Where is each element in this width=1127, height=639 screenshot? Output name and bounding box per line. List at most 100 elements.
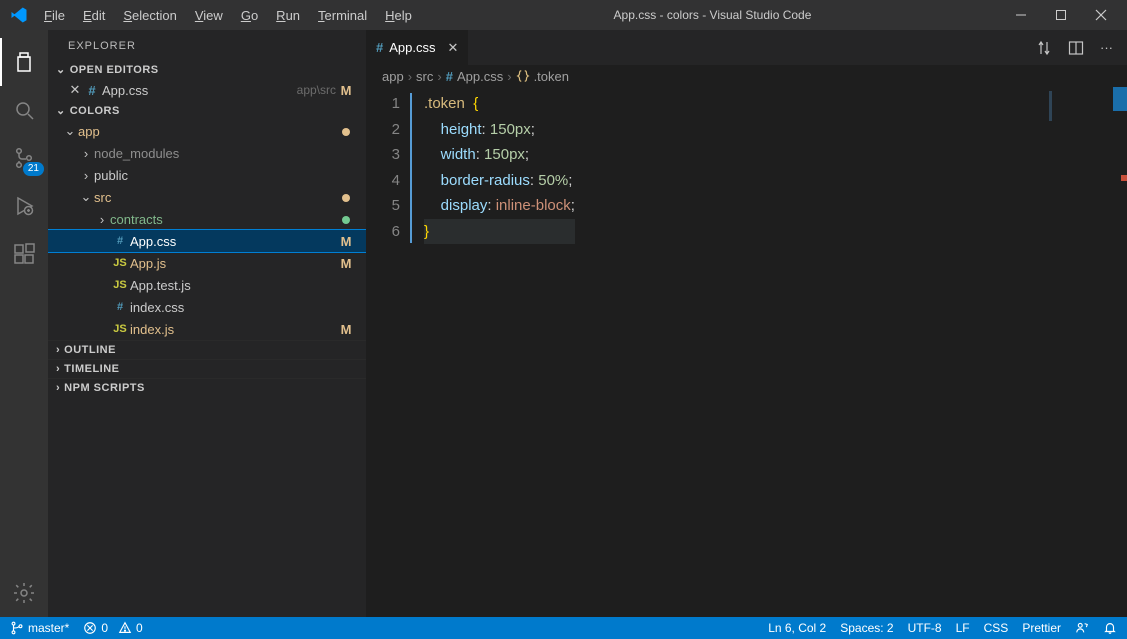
file-item[interactable]: JSApp.jsM	[48, 252, 366, 274]
menu-view[interactable]: View	[187, 4, 231, 27]
tab-label: App.css	[389, 40, 435, 55]
folder-label: app	[78, 124, 336, 139]
chevron-right-icon: ›	[437, 69, 441, 84]
breadcrumb-item[interactable]: app	[382, 69, 404, 84]
menu-file[interactable]: File	[36, 4, 73, 27]
file-icon: JS	[110, 323, 130, 335]
breadcrumb-item[interactable]: App.css	[457, 69, 503, 84]
status-branch[interactable]: master*	[10, 621, 69, 635]
more-actions-icon[interactable]: ···	[1100, 40, 1113, 56]
open-editors-label: OPEN EDITORS	[70, 64, 159, 76]
window-controls	[1005, 9, 1121, 21]
file-icon: #	[110, 235, 130, 247]
tab-app-css[interactable]: # App.css ✕	[366, 30, 469, 65]
file-label: App.css	[130, 234, 336, 249]
chevron-right-icon: ›	[56, 363, 60, 375]
status-problems[interactable]: 0 0	[83, 621, 142, 635]
folder-label: src	[94, 190, 336, 205]
outline-section[interactable]: › OUTLINE	[48, 340, 366, 359]
status-lang[interactable]: CSS	[984, 621, 1009, 635]
folder-label: public	[94, 168, 336, 183]
vscode-logo-icon	[10, 6, 28, 24]
file-item[interactable]: JSApp.test.js	[48, 274, 366, 296]
close-button[interactable]	[1095, 9, 1111, 21]
activity-debug-icon[interactable]	[0, 182, 48, 230]
overview-ruler[interactable]	[1113, 87, 1127, 617]
file-status: M	[336, 322, 356, 337]
chevron-right-icon: ›	[78, 168, 94, 183]
file-label: App.test.js	[130, 278, 336, 293]
menu-edit[interactable]: Edit	[75, 4, 113, 27]
status-formatter[interactable]: Prettier	[1022, 621, 1061, 635]
compare-changes-icon[interactable]	[1036, 40, 1052, 56]
chevron-down-icon: ⌄	[56, 104, 66, 117]
chevron-down-icon: ⌄	[78, 189, 94, 205]
chevron-down-icon: ⌄	[62, 123, 78, 139]
folder-label: node_modules	[94, 146, 336, 161]
activity-settings-icon[interactable]	[0, 569, 48, 617]
chevron-right-icon: ›	[94, 212, 110, 227]
minimize-button[interactable]	[1015, 9, 1031, 21]
workspace-label: COLORS	[70, 105, 120, 117]
file-item[interactable]: #App.cssM	[48, 230, 366, 252]
editor-group: # App.css ✕ ··· app › src › # App.css ›	[366, 30, 1127, 617]
activity-bar: 21	[0, 30, 48, 617]
chevron-right-icon: ›	[78, 146, 94, 161]
open-editor-name: App.css	[102, 83, 291, 98]
activity-extensions-icon[interactable]	[0, 230, 48, 278]
close-icon[interactable]: ✕	[447, 40, 458, 56]
css-file-icon: #	[82, 83, 102, 98]
menu-terminal[interactable]: Terminal	[310, 4, 375, 27]
status-eol[interactable]: LF	[956, 621, 970, 635]
menu-help[interactable]: Help	[377, 4, 420, 27]
status-lncol[interactable]: Ln 6, Col 2	[768, 621, 826, 635]
status-feedback-icon[interactable]	[1075, 621, 1089, 635]
status-spaces[interactable]: Spaces: 2	[840, 621, 893, 635]
activity-search-icon[interactable]	[0, 86, 48, 134]
folder-contracts[interactable]: › contracts	[48, 208, 366, 230]
folder-src[interactable]: ⌄ src	[48, 186, 366, 208]
open-editor-status: M	[336, 83, 356, 98]
workspace-section[interactable]: ⌄ COLORS	[48, 101, 366, 120]
code-editor[interactable]: 123456 .token { height: 150px; width: 15…	[366, 87, 1127, 617]
folder-app[interactable]: ⌄ app	[48, 120, 366, 142]
timeline-section[interactable]: › TIMELINE	[48, 359, 366, 378]
file-icon: JS	[110, 279, 130, 291]
file-item[interactable]: #index.css	[48, 296, 366, 318]
chevron-right-icon: ›	[56, 382, 60, 394]
menu-selection[interactable]: Selection	[115, 4, 184, 27]
code-content[interactable]: .token { height: 150px; width: 150px; bo…	[416, 87, 575, 617]
breadcrumb-item[interactable]: src	[416, 69, 433, 84]
menu-go[interactable]: Go	[233, 4, 266, 27]
editor-actions: ···	[1022, 40, 1127, 56]
npm-scripts-section[interactable]: › NPM SCRIPTS	[48, 378, 366, 397]
breadcrumbs[interactable]: app › src › # App.css › .token	[366, 65, 1127, 87]
chevron-right-icon: ›	[56, 344, 60, 356]
file-label: index.js	[130, 322, 336, 337]
chevron-down-icon: ⌄	[56, 63, 66, 76]
menu-run[interactable]: Run	[268, 4, 308, 27]
folder-node-modules[interactable]: › node_modules	[48, 142, 366, 164]
line-gutter: 123456	[366, 87, 416, 617]
css-file-icon: #	[446, 69, 453, 84]
npm-scripts-label: NPM SCRIPTS	[64, 382, 145, 394]
file-item[interactable]: JSindex.jsM	[48, 318, 366, 340]
explorer-sidebar: EXPLORER ⌄ OPEN EDITORS ✕ # App.css app\…	[48, 30, 366, 617]
activity-scm-icon[interactable]: 21	[0, 134, 48, 182]
folder-public[interactable]: › public	[48, 164, 366, 186]
status-encoding[interactable]: UTF-8	[908, 621, 942, 635]
file-icon: JS	[110, 257, 130, 269]
split-editor-icon[interactable]	[1068, 40, 1084, 56]
file-icon: #	[110, 301, 130, 313]
maximize-button[interactable]	[1055, 9, 1071, 21]
folder-label: contracts	[110, 212, 336, 227]
activity-explorer-icon[interactable]	[0, 38, 48, 86]
status-bell-icon[interactable]	[1103, 621, 1117, 635]
open-editors-section[interactable]: ⌄ OPEN EDITORS	[48, 60, 366, 79]
scm-badge: 21	[23, 162, 44, 176]
close-icon[interactable]: ✕	[68, 82, 82, 98]
open-editor-item[interactable]: ✕ # App.css app\src M	[48, 79, 366, 101]
open-editor-path: app\src	[291, 83, 336, 97]
file-status: M	[336, 234, 356, 249]
breadcrumb-item[interactable]: .token	[534, 69, 569, 84]
